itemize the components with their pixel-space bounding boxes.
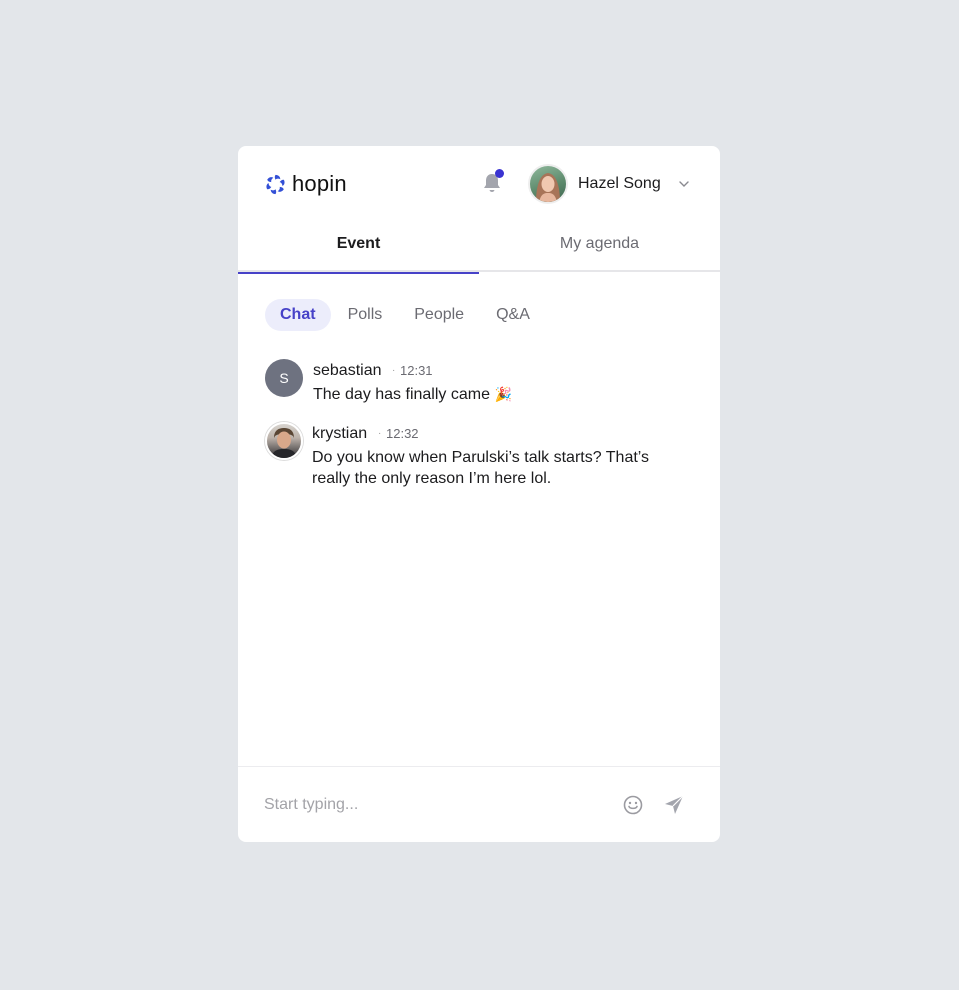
sub-tabs: Chat Polls People Q&A (265, 299, 547, 331)
message-separator: · (378, 428, 382, 439)
subtab-polls[interactable]: Polls (333, 299, 398, 331)
composer (238, 766, 720, 842)
message-text: The day has finally came 🎉 (313, 384, 683, 406)
chat-message: S sebastian · 12:31 The day has finally … (265, 359, 685, 409)
message-time: 12:32 (386, 426, 419, 441)
message-text: Do you know when Parulski’s talk starts?… (312, 449, 650, 487)
avatar[interactable]: S (265, 359, 303, 397)
user-avatar[interactable] (528, 164, 568, 204)
tab-my-agenda[interactable]: My agenda (479, 222, 720, 272)
hopin-logo-icon (266, 174, 285, 194)
message-author[interactable]: krystian (312, 425, 367, 443)
notification-dot (495, 169, 504, 178)
logo: hopin (264, 170, 347, 198)
message-separator: · (392, 365, 396, 376)
user-avatar-image (536, 173, 560, 202)
avatar[interactable] (265, 422, 303, 460)
chat-message: krystian · 12:32 Do you know when Paruls… (265, 422, 685, 492)
subtab-chat[interactable]: Chat (265, 299, 331, 331)
user-name[interactable]: Hazel Song (578, 175, 661, 193)
chevron-down-icon[interactable] (678, 178, 690, 190)
party-popper-emoji: 🎉 (494, 387, 512, 403)
message-author[interactable]: sebastian (313, 362, 382, 380)
send-icon[interactable] (663, 794, 685, 816)
tab-event[interactable]: Event (238, 222, 479, 274)
subtab-qa[interactable]: Q&A (481, 299, 545, 331)
emoji-icon[interactable] (622, 794, 644, 816)
main-tabs: Event My agenda (238, 222, 720, 274)
logo-text: hopin (292, 171, 347, 196)
chat-panel: hopin Hazel Song Event My agenda Chat Po… (238, 146, 720, 842)
subtab-people[interactable]: People (399, 299, 479, 331)
header: hopin Hazel Song (238, 146, 720, 222)
message-body: The day has finally came (313, 386, 490, 403)
message-time: 12:31 (400, 363, 433, 378)
avatar-image (271, 428, 297, 458)
chat-input[interactable] (264, 791, 604, 819)
